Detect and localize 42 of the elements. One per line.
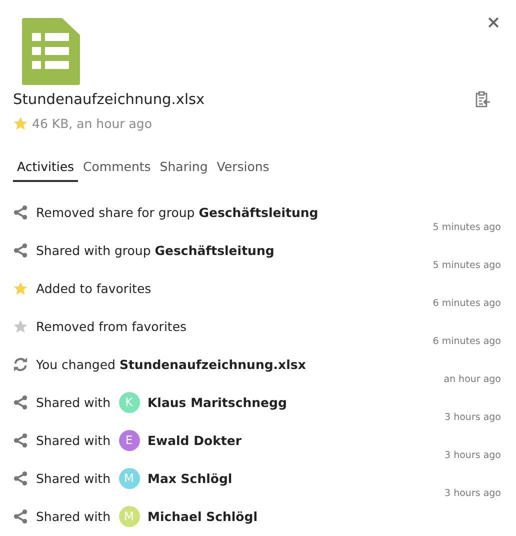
user-name: Max Schlögl	[148, 470, 232, 486]
star-icon	[13, 318, 28, 334]
activity-time: 5 minutes ago	[432, 260, 501, 271]
activity-time: an hour ago	[444, 374, 501, 385]
share-icon	[13, 242, 28, 258]
share-icon	[13, 470, 28, 486]
tab[interactable]: Comments	[79, 155, 155, 182]
activity-text: Shared with	[36, 508, 110, 524]
activity-text: Removed share for group Geschäftsleitung	[36, 204, 318, 220]
activity-text: Shared with	[36, 394, 110, 410]
spreadsheet-file-icon	[22, 18, 80, 85]
activity-time: 6 minutes ago	[432, 298, 501, 309]
activity-time: 5 minutes ago	[432, 222, 501, 233]
avatar: M	[118, 506, 140, 526]
user-name: Ewald Dokter	[148, 432, 242, 448]
tab[interactable]: Versions	[212, 155, 274, 182]
share-icon	[13, 432, 28, 448]
activity-text: Shared with	[36, 432, 110, 448]
avatar: E	[118, 430, 140, 450]
tab[interactable]: Activities	[13, 155, 78, 182]
star-icon	[13, 280, 28, 296]
activity-time: 3 hours ago	[444, 450, 501, 461]
share-icon	[13, 508, 28, 524]
activity-text: You changed Stundenaufzeichnung.xlsx	[36, 356, 306, 372]
activity-time: 3 hours ago	[444, 412, 501, 423]
clipboard-icon[interactable]	[475, 91, 491, 108]
user-name: Michael Schlögl	[148, 508, 258, 524]
share-icon	[13, 204, 28, 220]
tab[interactable]: Sharing	[156, 155, 212, 182]
activity-time: 3 hours ago	[444, 488, 501, 499]
activity-time: 6 minutes ago	[432, 336, 501, 347]
activity-text: Shared with	[36, 470, 110, 486]
refresh-icon	[13, 356, 28, 372]
avatar: M	[118, 468, 140, 488]
activity-text: Removed from favorites	[36, 318, 187, 334]
file-meta: 46 KB, an hour ago	[32, 116, 152, 131]
activity-text: Shared with group Geschäftsleitung	[36, 242, 274, 258]
file-name: Stundenaufzeichnung.xlsx	[13, 92, 205, 108]
activity-text: Added to favorites	[36, 280, 152, 296]
share-icon	[13, 394, 28, 410]
user-name: Klaus Maritschnegg	[148, 394, 287, 410]
avatar: K	[118, 392, 140, 412]
